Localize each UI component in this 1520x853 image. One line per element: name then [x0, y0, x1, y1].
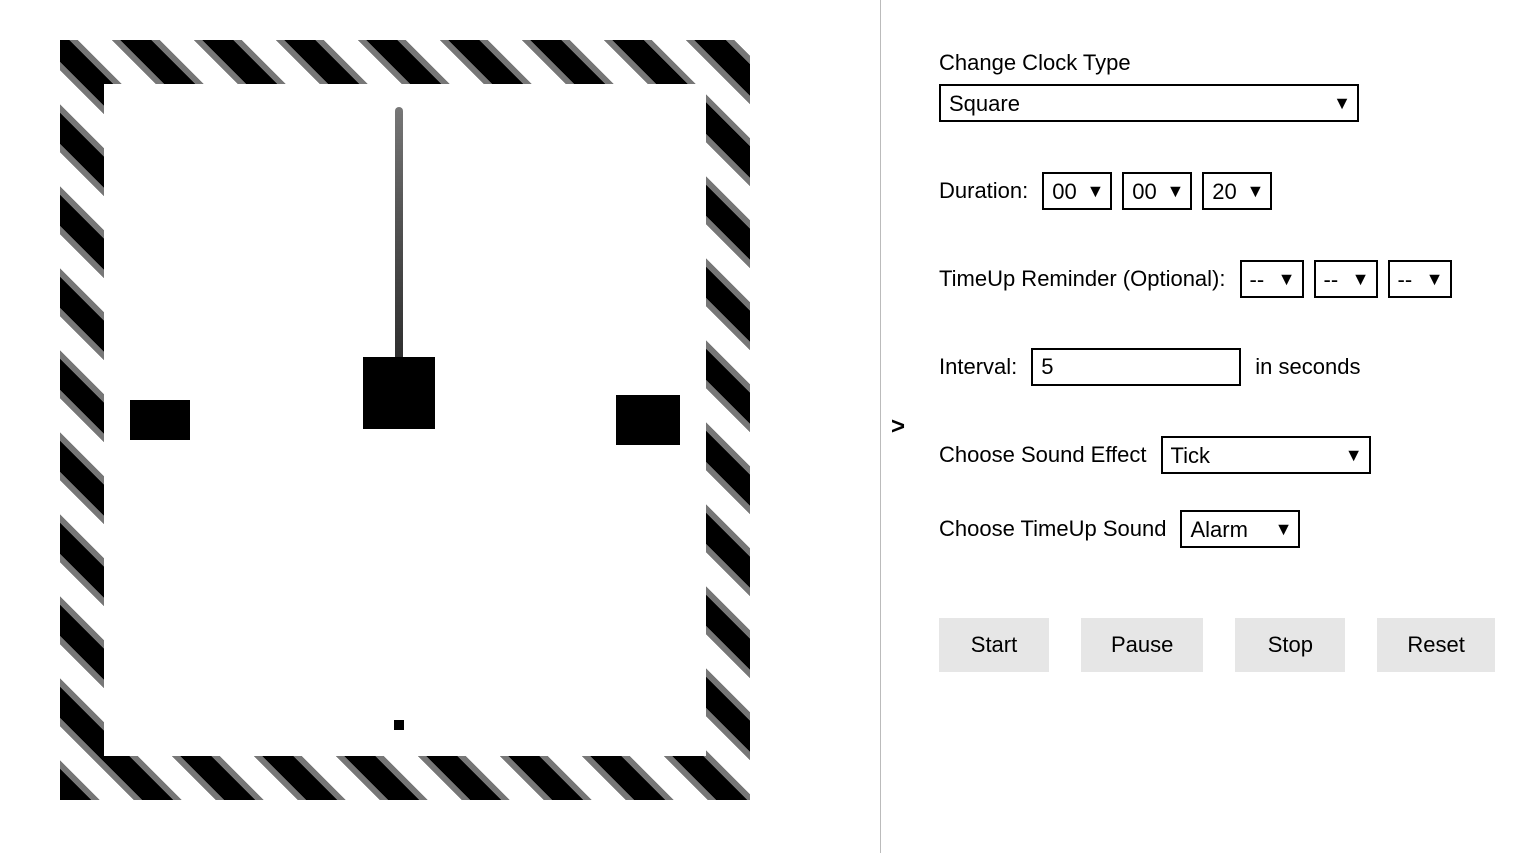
duration-seconds-select[interactable]: 20 — [1202, 172, 1272, 210]
clock-face — [104, 84, 706, 756]
sound-effect-label: Choose Sound Effect — [939, 442, 1147, 468]
start-button[interactable]: Start — [939, 618, 1049, 672]
app-root: > Change Clock Type Square ▼ Duration: 0… — [0, 0, 1520, 853]
tick-9 — [130, 400, 190, 440]
reminder-hours-select[interactable]: -- — [1240, 260, 1304, 298]
timeup-sound-select[interactable]: Alarm — [1180, 510, 1300, 548]
clock-center — [363, 357, 435, 429]
stop-button[interactable]: Stop — [1235, 618, 1345, 672]
duration-label: Duration: — [939, 178, 1028, 204]
duration-minutes-select[interactable]: 00 — [1122, 172, 1192, 210]
sound-effect-select[interactable]: Tick — [1161, 436, 1371, 474]
timeup-reminder-group: TimeUp Reminder (Optional): -- ▼ -- ▼ --… — [939, 260, 1495, 298]
reset-button[interactable]: Reset — [1377, 618, 1494, 672]
timeup-reminder-label: TimeUp Reminder (Optional): — [939, 266, 1226, 292]
duration-group: Duration: 00 ▼ 00 ▼ 20 ▼ — [939, 172, 1495, 210]
pause-button[interactable]: Pause — [1081, 618, 1203, 672]
interval-suffix: in seconds — [1255, 354, 1360, 380]
interval-input[interactable] — [1031, 348, 1241, 386]
reminder-minutes-select[interactable]: -- — [1314, 260, 1378, 298]
controls-panel: Change Clock Type Square ▼ Duration: 00 … — [915, 0, 1520, 853]
clock-frame — [60, 40, 750, 800]
timeup-sound-group: Choose TimeUp Sound Alarm ▼ — [939, 510, 1495, 548]
tick-3 — [616, 395, 680, 445]
interval-label: Interval: — [939, 354, 1017, 380]
action-buttons: Start Pause Stop Reset — [939, 618, 1495, 672]
clock-type-select[interactable]: Square — [939, 84, 1359, 122]
reminder-seconds-select[interactable]: -- — [1388, 260, 1452, 298]
clock-type-group: Change Clock Type Square ▼ — [939, 50, 1495, 122]
panel-toggle-button[interactable]: > — [881, 413, 915, 441]
timeup-sound-label: Choose TimeUp Sound — [939, 516, 1166, 542]
sound-effect-group: Choose Sound Effect Tick ▼ — [939, 436, 1495, 474]
tick-6 — [394, 720, 404, 730]
clock-panel — [0, 0, 870, 853]
duration-hours-select[interactable]: 00 — [1042, 172, 1112, 210]
clock-type-label: Change Clock Type — [939, 50, 1495, 76]
interval-group: Interval: in seconds — [939, 348, 1495, 386]
